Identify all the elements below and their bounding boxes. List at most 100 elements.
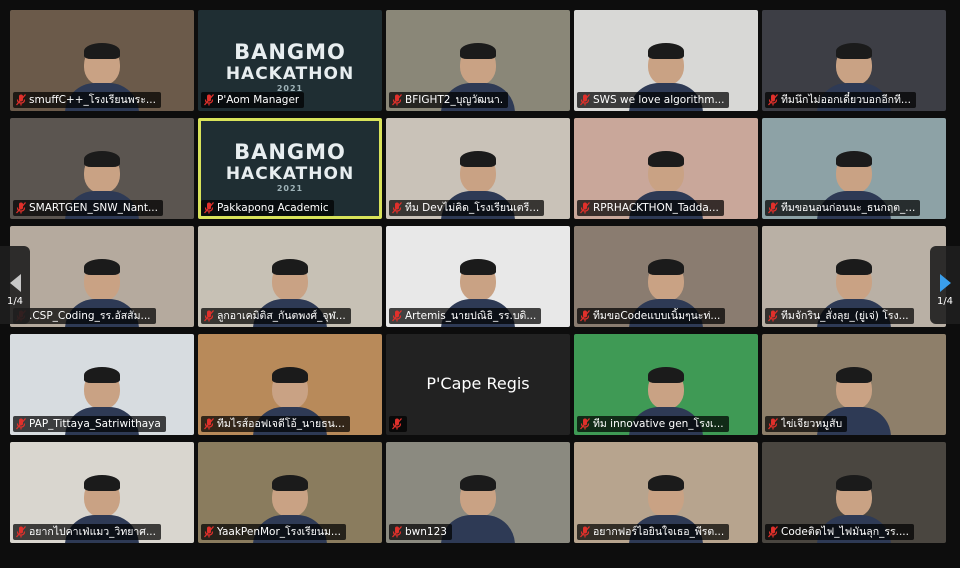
participant-name-label: ลูกอาเคมิติส_กันตพงศ์_จุฬ... <box>201 308 351 324</box>
previous-page-button[interactable]: 1/4 <box>0 246 30 324</box>
participant-tile[interactable]: YaakPenMor_โรงเรียนม... <box>198 442 382 543</box>
participant-name: Artemis_นายปณิธิ_รร.บดิ... <box>405 310 537 322</box>
participant-name: .CSP_Coding_รร.อัสสัม... <box>29 310 151 322</box>
muted-mic-icon <box>204 310 214 322</box>
participant-name: SMARTGEN_SNW_Nant... <box>29 202 158 214</box>
participant-name: อยากฟอร์ไอยินใจเธอ_พีรต... <box>593 526 725 538</box>
participant-name: ทีมขอนอนก่อนนะ_ธนกฤต_... <box>781 202 916 214</box>
chevron-right-icon <box>939 274 951 292</box>
page-indicator-right: 1/4 <box>936 296 954 307</box>
participant-tile[interactable]: อยากไปคาเฟ่แมว_วิทยาศ... <box>10 442 194 543</box>
participant-tile[interactable]: ทีมขอCodeแบบเนิ้มๆนะท่... <box>574 226 758 327</box>
participant-name-label: ทีม innovative gen_โรงเ... <box>577 416 729 432</box>
participant-name-label: Artemis_นายปณิธิ_รร.บดิ... <box>389 308 542 324</box>
participant-name-label: Codeติดไฟ_ไฟมันลุก_รร.... <box>765 524 914 540</box>
muted-mic-icon <box>392 418 402 430</box>
participant-name-label: P'Aom Manager <box>201 92 305 108</box>
muted-mic-icon <box>580 526 590 538</box>
participant-tile[interactable]: smuffC++_โรงเรียนพระ... <box>10 10 194 111</box>
participant-name: Pakkapong Academic <box>217 202 329 214</box>
muted-mic-icon <box>392 526 402 538</box>
participant-name-label: .CSP_Coding_รร.อัสสัม... <box>13 308 156 324</box>
muted-mic-icon <box>580 202 590 214</box>
participant-tile[interactable]: ไข่เจียวหมูสับ <box>762 334 946 435</box>
participant-name-label: ทีมขอCodeแบบเนิ้มๆนะท่... <box>577 308 726 324</box>
participant-name: Codeติดไฟ_ไฟมันลุก_รร.... <box>781 526 909 538</box>
participant-tile[interactable]: ทีมไรส์ออฟเจดีโอ้_นายธน... <box>198 334 382 435</box>
participant-tile[interactable]: BANGMO HACKATHON 2021 P'Aom Manager <box>198 10 382 111</box>
participant-tile[interactable]: BANGMO HACKATHON 2021 Pakkapong Academic <box>198 118 382 219</box>
next-page-button[interactable]: 1/4 <box>930 246 960 324</box>
participant-name: ทีมไรส์ออฟเจดีโอ้_นายธน... <box>217 418 345 430</box>
muted-mic-icon <box>768 202 778 214</box>
participant-tile[interactable]: ทีมขอนอนก่อนนะ_ธนกฤต_... <box>762 118 946 219</box>
muted-mic-icon <box>392 202 402 214</box>
muted-mic-icon <box>392 94 402 106</box>
participant-name: ลูกอาเคมิติส_กันตพงศ์_จุฬ... <box>217 310 346 322</box>
participant-name: ทีม innovative gen_โรงเ... <box>593 418 724 430</box>
participant-name-label: RPRHACKTHON_Tadda... <box>577 200 724 216</box>
participant-name: ทีมนึกไม่ออกเดี๋ยวบอกอีกที... <box>781 94 911 106</box>
muted-mic-icon <box>16 202 26 214</box>
muted-mic-icon <box>768 418 778 430</box>
participant-name-label: อยากไปคาเฟ่แมว_วิทยาศ... <box>13 524 161 540</box>
participant-tile[interactable]: bwn123 <box>386 442 570 543</box>
participant-tile[interactable]: SMARTGEN_SNW_Nant... <box>10 118 194 219</box>
participant-tile[interactable]: BFIGHT2_บุญวัฒนา. <box>386 10 570 111</box>
participant-name-label <box>389 416 407 432</box>
participant-name-label: bwn123 <box>389 524 452 540</box>
participant-name-label: ทีม Devไม่คิด_โรงเรียนเตรี... <box>389 200 545 216</box>
muted-mic-icon <box>392 310 402 322</box>
participant-tile[interactable]: Codeติดไฟ_ไฟมันลุก_รร.... <box>762 442 946 543</box>
participant-name-label: YaakPenMor_โรงเรียนม... <box>201 524 346 540</box>
participant-name: ทีมขอCodeแบบเนิ้มๆนะท่... <box>593 310 721 322</box>
participant-name-label: SMARTGEN_SNW_Nant... <box>13 200 163 216</box>
hackathon-logo: BANGMO HACKATHON 2021 <box>225 140 355 193</box>
muted-mic-icon <box>16 94 26 106</box>
participant-tile[interactable]: RPRHACKTHON_Tadda... <box>574 118 758 219</box>
hackathon-logo: BANGMO HACKATHON 2021 <box>225 40 355 93</box>
participant-name: YaakPenMor_โรงเรียนม... <box>217 526 341 538</box>
muted-mic-icon <box>768 94 778 106</box>
participant-tile[interactable]: P'Cape Regis <box>386 334 570 435</box>
participant-name-label: Pakkapong Academic <box>201 200 334 216</box>
participant-name-label: อยากฟอร์ไอยินใจเธอ_พีรต... <box>577 524 730 540</box>
muted-mic-icon <box>580 310 590 322</box>
participant-tile[interactable]: ทีมนึกไม่ออกเดี๋ยวบอกอีกที... <box>762 10 946 111</box>
participant-tile[interactable]: Artemis_นายปณิธิ_รร.บดิ... <box>386 226 570 327</box>
muted-mic-icon <box>204 202 214 214</box>
participant-name: ไข่เจียวหมูสับ <box>781 418 843 430</box>
participant-tile[interactable]: ลูกอาเคมิติส_กันตพงศ์_จุฬ... <box>198 226 382 327</box>
muted-mic-icon <box>580 94 590 106</box>
participant-name: ทีม Devไม่คิด_โรงเรียนเตรี... <box>405 202 540 214</box>
muted-mic-icon <box>580 418 590 430</box>
participant-name-label: ไข่เจียวหมูสับ <box>765 416 848 432</box>
chevron-left-icon <box>9 274 21 292</box>
participant-name-label: ทีมขอนอนก่อนนะ_ธนกฤต_... <box>765 200 921 216</box>
participant-name: P'Aom Manager <box>217 94 300 106</box>
muted-mic-icon <box>204 94 214 106</box>
muted-mic-icon <box>204 526 214 538</box>
participant-name: smuffC++_โรงเรียนพระ... <box>29 94 156 106</box>
participant-name: PAP_Tittaya_Satriwithaya <box>29 418 161 430</box>
muted-mic-icon <box>204 418 214 430</box>
participant-tile[interactable]: PAP_Tittaya_Satriwithaya <box>10 334 194 435</box>
page-indicator-left: 1/4 <box>6 296 24 307</box>
participant-tile[interactable]: SWS we love algorithm... <box>574 10 758 111</box>
participant-name: BFIGHT2_บุญวัฒนา. <box>405 94 504 106</box>
participant-name-label: smuffC++_โรงเรียนพระ... <box>13 92 161 108</box>
muted-mic-icon <box>768 526 778 538</box>
participant-tile[interactable]: ทีม innovative gen_โรงเ... <box>574 334 758 435</box>
participant-name-label: ทีมจักริน_สั่งลุย_(ยู่เจ่) โรง... <box>765 308 914 324</box>
participant-tile[interactable]: ทีม Devไม่คิด_โรงเรียนเตรี... <box>386 118 570 219</box>
participant-name-label: BFIGHT2_บุญวัฒนา. <box>389 92 509 108</box>
participant-name: ทีมจักริน_สั่งลุย_(ยู่เจ่) โรง... <box>781 310 909 322</box>
participant-name: อยากไปคาเฟ่แมว_วิทยาศ... <box>29 526 156 538</box>
participant-name-label: ทีมไรส์ออฟเจดีโอ้_นายธน... <box>201 416 350 432</box>
participant-tile[interactable]: ทีมจักริน_สั่งลุย_(ยู่เจ่) โรง... <box>762 226 946 327</box>
participant-name-label: SWS we love algorithm... <box>577 92 730 108</box>
participant-name-label: PAP_Tittaya_Satriwithaya <box>13 416 166 432</box>
participant-tile[interactable]: .CSP_Coding_รร.อัสสัม... <box>10 226 194 327</box>
participant-tile[interactable]: อยากฟอร์ไอยินใจเธอ_พีรต... <box>574 442 758 543</box>
participant-name: RPRHACKTHON_Tadda... <box>593 202 719 214</box>
